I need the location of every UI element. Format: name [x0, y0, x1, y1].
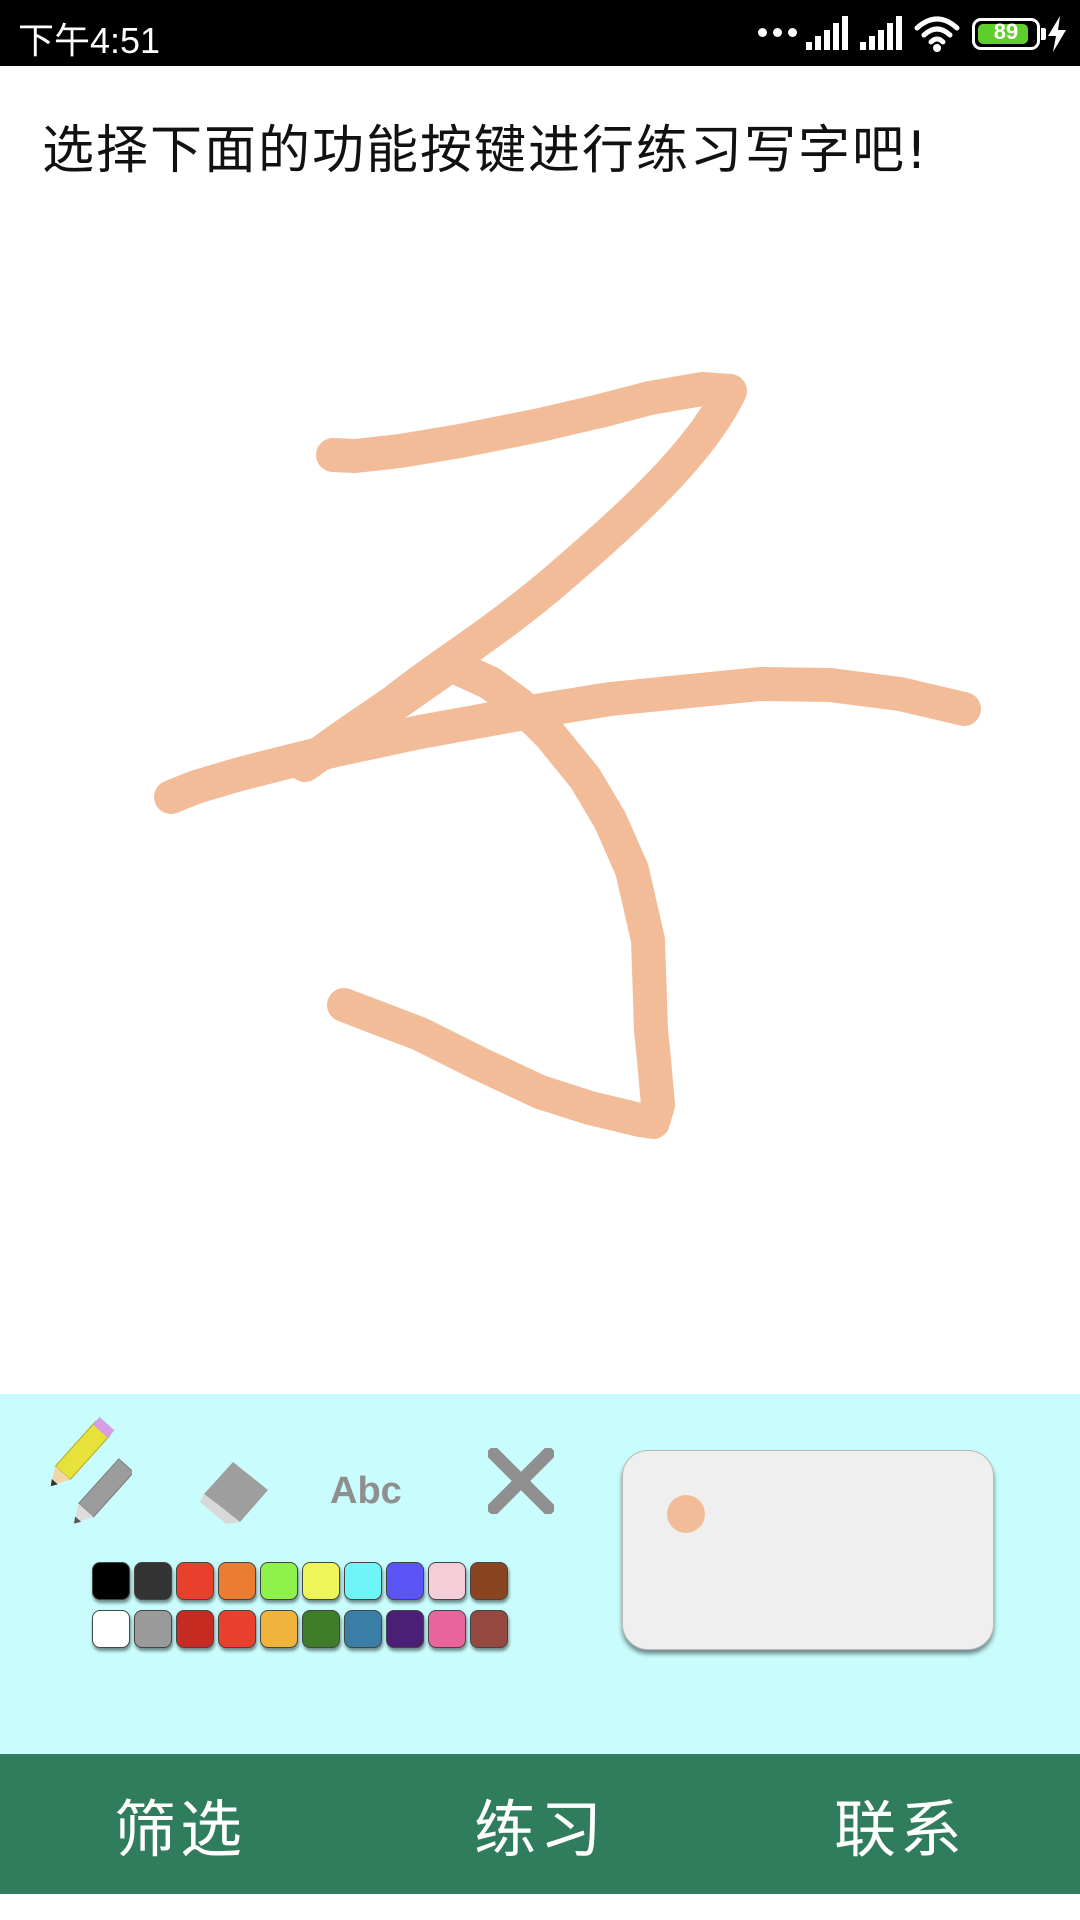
brush-size-dot	[667, 1495, 705, 1533]
nav-filter[interactable]: 筛选	[0, 1754, 360, 1894]
nav-practice[interactable]: 练习	[360, 1754, 720, 1894]
text-tool-button[interactable]: Abc	[330, 1470, 402, 1513]
color-swatch[interactable]	[92, 1562, 130, 1600]
pencil-icon[interactable]	[40, 1416, 132, 1526]
color-swatch[interactable]	[218, 1610, 256, 1648]
color-swatch[interactable]	[386, 1562, 424, 1600]
color-swatch[interactable]	[260, 1562, 298, 1600]
color-swatch[interactable]	[134, 1610, 172, 1648]
palette-row	[92, 1610, 512, 1648]
signal-icon	[806, 16, 854, 50]
signal-icon	[860, 16, 908, 50]
bottom-nav: 筛选 练习 联系	[0, 1754, 1080, 1894]
status-time: 下午4:51	[18, 20, 161, 61]
color-swatch[interactable]	[344, 1562, 382, 1600]
brush-preview[interactable]	[622, 1450, 994, 1650]
color-swatch[interactable]	[302, 1562, 340, 1600]
color-swatch[interactable]	[302, 1610, 340, 1648]
color-swatch[interactable]	[428, 1610, 466, 1648]
color-swatch[interactable]	[470, 1610, 508, 1648]
color-swatch[interactable]	[176, 1562, 214, 1600]
palette-row	[92, 1562, 512, 1600]
color-swatch[interactable]	[218, 1562, 256, 1600]
close-icon[interactable]	[488, 1448, 554, 1514]
color-swatch[interactable]	[134, 1562, 172, 1600]
color-swatch[interactable]	[176, 1610, 214, 1648]
color-palette	[92, 1562, 512, 1658]
color-swatch[interactable]	[344, 1610, 382, 1648]
color-swatch[interactable]	[260, 1610, 298, 1648]
eraser-icon[interactable]	[196, 1460, 270, 1526]
color-swatch[interactable]	[386, 1610, 424, 1648]
tools-panel: Abc	[0, 1394, 1080, 1754]
battery-percent: 89	[993, 19, 1019, 44]
drawing-canvas[interactable]	[0, 66, 1080, 1394]
status-bar: 下午4:51 89	[0, 0, 1080, 66]
color-swatch[interactable]	[92, 1610, 130, 1648]
bottom-band	[0, 1894, 1080, 1920]
wifi-icon	[914, 16, 960, 52]
color-swatch[interactable]	[470, 1562, 508, 1600]
nav-contact[interactable]: 联系	[720, 1754, 1080, 1894]
battery-icon: 89	[972, 18, 1046, 50]
more-dots-icon	[758, 28, 797, 37]
charging-icon	[1048, 16, 1066, 52]
color-swatch[interactable]	[428, 1562, 466, 1600]
